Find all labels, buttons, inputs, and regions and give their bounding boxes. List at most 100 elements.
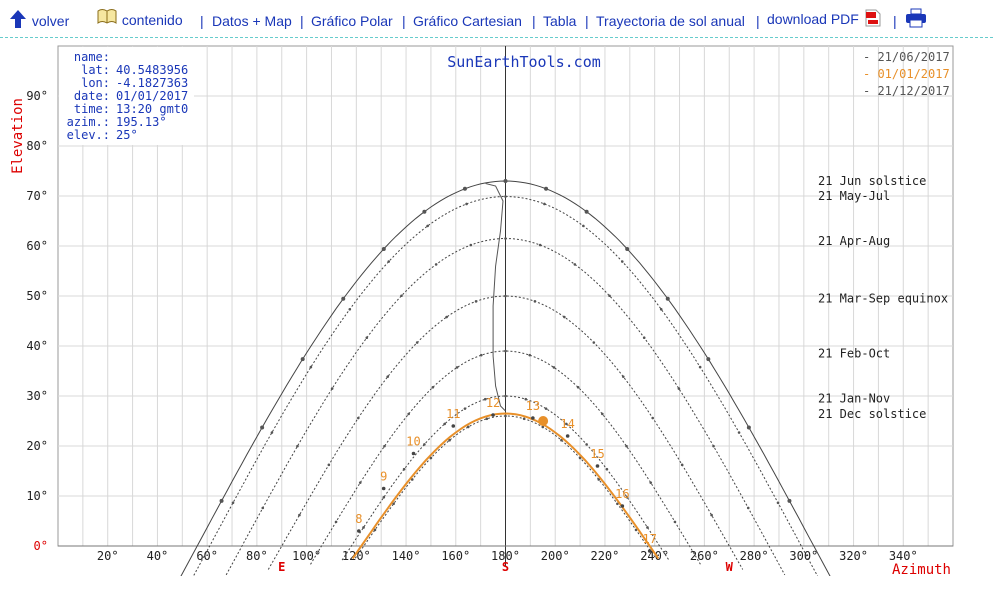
hour-dot [642,336,646,340]
hour-dot [426,224,429,228]
hour-dot [625,246,630,251]
sun-position-marker [538,416,549,426]
hour-dot [469,243,473,247]
nav-link-datos-map[interactable]: Datos + Map [212,13,292,29]
hour-dot [231,501,235,505]
y-tick-label: 10° [26,489,48,503]
hour-dot [341,296,346,301]
nav-link-grafico-cartesian[interactable]: Gráfico Cartesian [413,13,522,29]
series-label: 21 Dec solstice [818,407,926,421]
x-tick-label: 40° [147,549,169,563]
hour-dot [522,417,526,421]
hour-dot [365,336,369,340]
hour-dot [400,294,403,298]
hour-dot [563,315,566,319]
nav-link-tabla[interactable]: Tabla [543,13,576,29]
info-value: 40.5483956 [116,63,188,77]
current-hour-dot [531,416,535,420]
x-tick-label: 140° [392,549,421,563]
current-hour-dot [357,529,361,533]
y-tick-label: 60° [26,239,48,253]
legend-entry: - 21/06/2017 [863,50,950,64]
hour-label: 10 [406,435,420,449]
download-pdf-label: download PDF [767,11,859,27]
hour-dot [787,498,792,503]
hour-dot [538,243,542,247]
sun-path-chart: 20° 40° 60° 80° 100° 120° 140° 160° 180° 200° 220°… [10,45,954,578]
nav-link-trayectoria[interactable]: Trayectoria de sol anual [596,13,745,29]
hour-dot [296,444,299,448]
hour-dot [504,237,507,240]
hour-dot [541,425,545,429]
hour-dot [665,296,670,301]
info-key: elev.: [67,128,110,142]
current-hour-dot [381,486,386,491]
hour-dot [706,357,711,362]
contents-label: contenido [121,12,183,28]
hour-dot [445,315,448,319]
hour-label: 11 [446,407,460,421]
hour-dot [576,385,580,389]
hour-dot [382,495,386,499]
hour-dot [582,224,585,228]
hour-dot [746,506,750,510]
hour-dot [573,263,577,266]
info-value: 13:20 gmt0 [116,102,188,116]
print-button[interactable] [905,8,927,31]
info-key: lat: [81,63,110,77]
contents-link[interactable]: contenido [96,7,183,28]
hour-dot [455,366,459,369]
hour-dot [646,526,649,529]
hour-dot [300,357,305,362]
hour-dot [621,375,625,378]
hour-dot [651,416,655,420]
info-value: -4.1827363 [116,76,188,90]
series-label: 21 Jun solstice [818,174,926,188]
nav-link-grafico-polar[interactable]: Gráfico Polar [311,13,393,29]
hour-dot [504,294,507,298]
hour-dot [309,365,313,369]
hour-dot [383,444,386,448]
back-link[interactable]: volver [8,9,69,29]
x-tick-label: 120° [342,549,371,563]
current-hour-dot [595,464,600,468]
legend-entry: - 01/01/2017 [863,67,950,81]
y-axis-label: Elevation [10,98,26,174]
up-arrow-icon [10,10,26,28]
hour-dot [620,260,624,263]
current-hour-dot [491,413,495,417]
x-tick-label: 320° [839,549,868,563]
hour-dot [422,209,427,214]
compass-label: W [726,560,734,574]
nav-link-download-pdf[interactable]: download PDF [767,9,881,27]
hour-dot [504,414,507,418]
hour-dot [466,425,470,429]
hour-dot [479,353,483,357]
hour-dot [465,202,468,206]
current-hour-dot [411,451,416,456]
hour-dot [504,195,507,198]
hour-dot [544,407,548,410]
info-key: name: [74,50,110,64]
y-tick-label: 30° [26,389,48,403]
hour-dot [219,498,224,503]
x-tick-label: 160° [441,549,470,563]
hour-dot [737,431,741,434]
current-hour-dot [451,424,456,428]
x-tick-label: 100° [292,549,321,563]
hour-dot [552,366,556,369]
info-value: 25° [116,128,138,142]
hour-dot [528,353,532,357]
hour-dot [358,481,362,484]
hour-dot [270,431,274,434]
hour-dot [584,209,589,214]
x-tick-label: 280° [740,549,769,563]
y-tick-label: 40° [26,339,48,353]
hour-dot [434,263,438,266]
hour-dot [605,467,609,471]
hour-dot [402,467,406,471]
hour-dot [504,394,507,398]
hour-dot [386,375,390,378]
info-value: 195.13° [116,115,167,129]
info-key: date: [74,89,110,103]
